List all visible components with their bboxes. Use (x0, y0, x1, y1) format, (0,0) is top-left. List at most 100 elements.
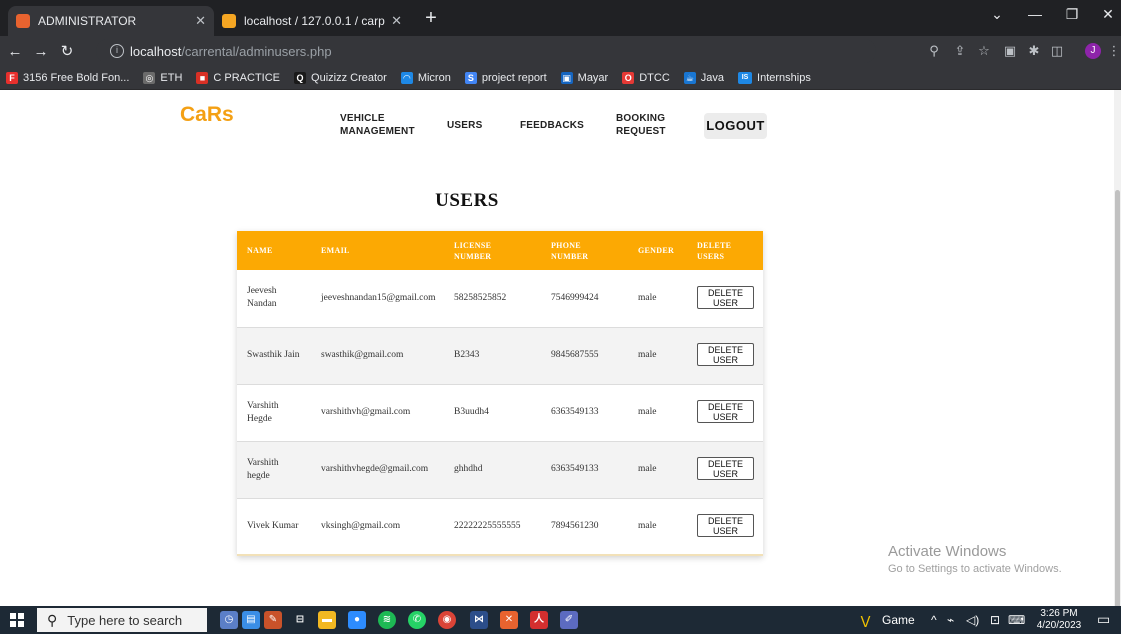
address-bar[interactable]: i localhost/carrental/adminusers.php (96, 39, 876, 63)
clock-time: 3:26 PM (1040, 608, 1078, 619)
bookmark-micron[interactable]: ◠ Micron (400, 71, 451, 84)
header-license-number: LICENSE NUMBER (454, 240, 492, 261)
new-tab-button[interactable]: + (419, 8, 443, 30)
notifications-icon[interactable]: ▭ (1097, 611, 1110, 628)
tab-administrator[interactable]: ADMINISTRATOR ✕ (8, 6, 214, 36)
tab-search-chevron-icon[interactable]: ⌄ (986, 6, 1008, 23)
zoom-app-icon[interactable]: ● (348, 611, 366, 629)
game-icon[interactable]: Ｖ (858, 611, 873, 632)
task-view-icon[interactable]: ⊟ (291, 611, 309, 629)
spotify-icon[interactable]: ≋ (378, 611, 396, 629)
network-icon[interactable]: ⌁ (947, 613, 954, 627)
logout-button[interactable]: LOGOUT (704, 113, 767, 139)
close-tab-icon[interactable]: ✕ (391, 13, 402, 29)
bookmark-java[interactable]: ☕ Java (683, 71, 725, 84)
windows-start-icon[interactable] (10, 613, 24, 627)
watermark-title: Activate Windows (888, 543, 1007, 560)
tab-phpmyadmin[interactable]: localhost / 127.0.0.1 / carproject ✕ (214, 6, 410, 36)
bookmark-c-practice[interactable]: ■ C PRACTICE (196, 71, 280, 84)
users-table-card: NAME EMAIL LICENSE NUMBER PHONE NUMBER GEN… (237, 231, 763, 556)
notes-icon[interactable]: ✐ (560, 611, 578, 629)
cell-license: B2343 (454, 350, 480, 360)
bookmark-label: Quizizz Creator (311, 71, 387, 84)
bookmark-dtcc[interactable]: O DTCC (622, 71, 670, 84)
delete-user-button[interactable]: DELETE USER (697, 285, 754, 309)
reload-icon[interactable]: ↻ (56, 42, 78, 60)
table-row: Swasthik Jain swasthik@gmail.com B2343 9… (237, 327, 763, 384)
bookmark-internships[interactable]: IS Internships (738, 71, 811, 84)
restore-button[interactable]: ❐ (1061, 6, 1083, 23)
cell-license: 58258525852 (454, 292, 507, 303)
scrollbar-thumb[interactable] (1115, 190, 1120, 634)
quizizz-icon: Q (294, 71, 307, 84)
delete-user-button[interactable]: DELETE USER (697, 400, 754, 423)
xampp-icon[interactable]: ✕ (500, 611, 518, 629)
url-path: /carrental/adminusers.php (181, 43, 332, 59)
page-viewport: CaRs VEHICLE MANAGEMENT USERS FEEDBACKS … (0, 90, 1121, 606)
delete-user-button[interactable]: DELETE USER (697, 513, 754, 537)
bookmark-quizizz[interactable]: Q Quizizz Creator (294, 71, 387, 84)
whatsapp-icon[interactable]: ✆ (408, 611, 426, 629)
chrome-icon[interactable]: ◉ (438, 611, 456, 629)
cell-name: Vivek Kumar (247, 520, 299, 531)
zoom-icon[interactable]: ⚲ (926, 43, 942, 59)
page-scrollbar[interactable] (1114, 90, 1121, 634)
nav-users[interactable]: USERS (447, 119, 482, 132)
windows-taskbar: ⚲ Type here to search ◷ ▤ ✎ ⊟ ▬ ● ≋ ✆ ◉ … (0, 606, 1121, 634)
vscode-icon[interactable]: ⋈ (470, 611, 488, 629)
cell-delete: DELETE USER (687, 384, 763, 441)
paint-icon[interactable]: ✎ (264, 611, 282, 629)
game-label[interactable]: Game (882, 613, 915, 627)
watermark-subtitle: Go to Settings to activate Windows. (888, 563, 1062, 575)
tab-title: localhost / 127.0.0.1 / carproject (244, 14, 385, 28)
nav-vehicle-management[interactable]: VEHICLE MANAGEMENT (340, 112, 415, 138)
extension-app-icon[interactable]: ▣ (1002, 43, 1018, 59)
share-icon[interactable]: ⇪ (952, 43, 968, 59)
nav-booking-request[interactable]: BOOKING REQUEST (616, 112, 666, 138)
phpmyadmin-favicon-icon (222, 14, 236, 28)
keyboard-icon[interactable]: ⌨ (1008, 613, 1025, 627)
bookmark-project-report[interactable]: Sproject report (464, 71, 547, 84)
file-explorer-icon[interactable]: ▬ (318, 611, 336, 629)
nav-feedbacks[interactable]: FEEDBACKS (520, 119, 584, 132)
cell-gender: male (638, 464, 657, 474)
taskbar-search-box[interactable]: ⚲ Type here to search (37, 608, 207, 632)
volume-icon[interactable]: ◁) (966, 613, 979, 627)
profile-avatar[interactable]: J (1085, 43, 1101, 59)
bookmark-eth[interactable]: ◎ ETH (143, 71, 182, 84)
extensions-puzzle-icon[interactable]: ✱ (1026, 43, 1042, 59)
taskbar-clock[interactable]: 3:26 PM 4/20/2023 (1034, 608, 1084, 632)
site-logo[interactable]: CaRs (180, 103, 234, 127)
browser-menu-icon[interactable]: ⋮ (1106, 43, 1121, 59)
back-arrow-icon[interactable]: ← (4, 43, 26, 60)
side-panel-icon[interactable]: ◫ (1049, 43, 1065, 59)
acrobat-icon[interactable]: 人 (530, 611, 548, 629)
site-info-icon[interactable]: i (110, 44, 124, 58)
cell-phone: 6363549133 (551, 407, 599, 417)
header-delete-users: DELETE USERS (697, 240, 732, 261)
battery-icon[interactable]: ⊡ (990, 613, 1000, 627)
minimize-button[interactable]: — (1024, 6, 1046, 22)
table-row: Vivek Kumar vksingh@gmail.com 2222222555… (237, 498, 763, 555)
close-window-button[interactable]: ✕ (1097, 6, 1119, 23)
bookmark-free-fonts[interactable]: F 3156 Free Bold Fon... (6, 71, 129, 84)
bookmark-label: Micron (417, 71, 451, 84)
cell-gender: male (638, 520, 657, 531)
bookmark-label: Java (700, 71, 725, 84)
forward-arrow-icon[interactable]: → (30, 43, 52, 60)
bookmarks-bar: F 3156 Free Bold Fon... ◎ ETH ■ C PRACTICE … (0, 66, 1121, 90)
bookmark-star-icon[interactable]: ☆ (976, 43, 992, 59)
cell-email: swasthik@gmail.com (321, 350, 404, 360)
meeting-icon[interactable]: ▤ (242, 611, 260, 629)
tray-chevron-icon[interactable]: ^ (931, 613, 937, 627)
table-row: Varshith hegde varshithvhegde@gmail.com g… (237, 441, 763, 498)
widgets-icon[interactable]: ◷ (220, 611, 238, 629)
internshala-icon: IS (738, 71, 753, 84)
bookmark-mayar[interactable]: ▣ Mayar (560, 71, 608, 84)
sites-icon: S (464, 71, 477, 84)
cell-name: Swasthik Jain (247, 350, 300, 360)
delete-user-button[interactable]: DELETE USER (697, 343, 754, 366)
delete-user-button[interactable]: DELETE USER (697, 457, 754, 480)
close-tab-icon[interactable]: ✕ (195, 13, 206, 29)
cell-name: Jeevesh Nandan (247, 286, 277, 310)
